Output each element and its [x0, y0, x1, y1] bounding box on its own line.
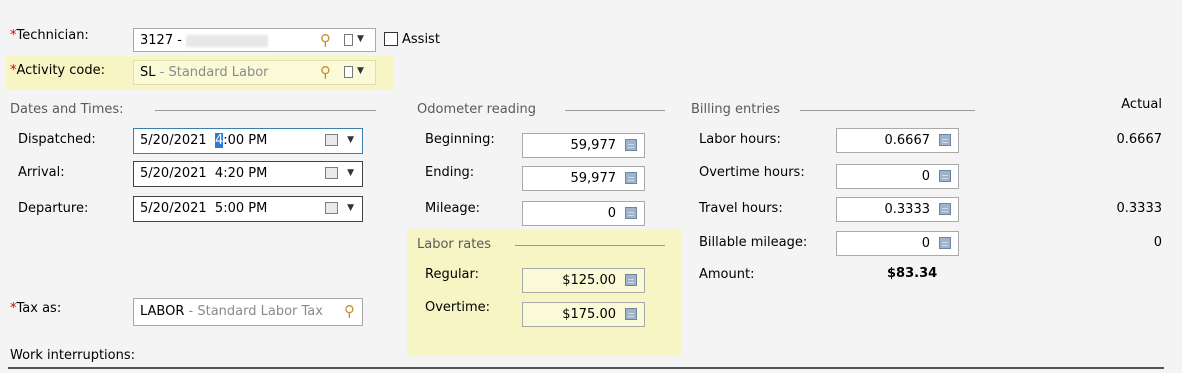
- billable-mileage-field[interactable]: 0: [836, 231, 959, 256]
- chevron-down-icon[interactable]: ▼: [357, 66, 364, 76]
- search-icon[interactable]: ⚲: [344, 302, 355, 320]
- dispatched-label: Dispatched:: [18, 132, 96, 147]
- arrival-field[interactable]: 5/20/2021 4:20 PM ▼: [133, 161, 363, 187]
- dispatched-field[interactable]: 5/20/2021 4:00 PM ▼: [133, 128, 363, 154]
- calculator-icon[interactable]: [625, 274, 637, 286]
- dates-section-line: [155, 110, 376, 111]
- calculator-icon[interactable]: [625, 207, 637, 219]
- actual-header: Actual: [1121, 97, 1162, 112]
- calculator-icon[interactable]: [939, 237, 951, 249]
- odometer-section-line: [565, 110, 665, 111]
- tax-as-field[interactable]: LABOR - Standard Labor Tax ⚲: [133, 298, 363, 326]
- calculator-icon[interactable]: [625, 308, 637, 320]
- calendar-icon[interactable]: [325, 134, 338, 146]
- labor-rates-section-title: Labor rates: [417, 237, 492, 252]
- chevron-down-icon[interactable]: ▼: [347, 203, 354, 213]
- work-interruptions-label: Work interruptions:: [10, 348, 136, 363]
- calculator-icon[interactable]: [939, 134, 951, 146]
- calculator-icon[interactable]: [939, 170, 951, 182]
- chevron-down-icon[interactable]: ▼: [347, 168, 354, 178]
- billing-section-line: [800, 110, 975, 111]
- amount-label: Amount:: [699, 267, 755, 282]
- assist-checkbox[interactable]: [384, 32, 398, 46]
- calculator-icon[interactable]: [625, 139, 637, 151]
- regular-rate-field[interactable]: $125.00: [522, 268, 645, 293]
- labor-hours-field[interactable]: 0.6667: [836, 128, 959, 153]
- redacted-name: [186, 34, 269, 47]
- activity-code-field[interactable]: SL - Standard Labor ⚲ ▼: [133, 60, 376, 85]
- travel-hours-actual: 0.3333: [1116, 201, 1163, 216]
- departure-field[interactable]: 5/20/2021 5:00 PM ▼: [133, 196, 363, 222]
- labor-rates-section-line: [515, 245, 665, 246]
- overtime-rate-label: Overtime:: [425, 300, 491, 315]
- odometer-mileage-field[interactable]: 0: [522, 201, 645, 226]
- work-interruptions-divider: [8, 367, 1164, 369]
- technician-field[interactable]: 3127 - ⚲ ▼: [133, 28, 376, 52]
- overtime-rate-field[interactable]: $175.00: [522, 302, 645, 327]
- document-icon[interactable]: [344, 34, 353, 46]
- tax-as-label: *Tax as:: [10, 301, 62, 316]
- document-icon[interactable]: [344, 66, 353, 78]
- calculator-icon[interactable]: [939, 203, 951, 215]
- search-icon[interactable]: ⚲: [320, 31, 331, 49]
- labor-hours-label: Labor hours:: [699, 132, 781, 147]
- labor-hours-actual: 0.6667: [1116, 132, 1163, 147]
- departure-label: Departure:: [18, 201, 89, 216]
- overtime-hours-field[interactable]: 0: [836, 164, 959, 189]
- mileage-label: Mileage:: [425, 201, 481, 216]
- chevron-down-icon[interactable]: ▼: [347, 135, 354, 145]
- regular-rate-label: Regular:: [425, 267, 480, 282]
- odometer-ending-field[interactable]: 59,977: [522, 166, 645, 191]
- search-icon[interactable]: ⚲: [320, 63, 331, 81]
- arrival-label: Arrival:: [18, 165, 65, 180]
- ending-label: Ending:: [425, 165, 475, 180]
- billable-mileage-label: Billable mileage:: [699, 235, 808, 250]
- calculator-icon[interactable]: [625, 172, 637, 184]
- amount-value: $83.34: [887, 266, 938, 281]
- billable-mileage-actual: 0: [1153, 235, 1162, 250]
- chevron-down-icon[interactable]: ▼: [357, 34, 364, 44]
- overtime-hours-label: Overtime hours:: [699, 165, 805, 180]
- travel-hours-label: Travel hours:: [699, 201, 783, 216]
- billing-section-title: Billing entries: [691, 102, 781, 117]
- calendar-icon[interactable]: [325, 202, 338, 214]
- travel-hours-field[interactable]: 0.3333: [836, 197, 959, 222]
- odometer-section-title: Odometer reading: [417, 102, 537, 117]
- dates-section-title: Dates and Times:: [10, 102, 124, 117]
- assist-label: Assist: [402, 32, 440, 47]
- technician-label: *Technician:: [10, 28, 89, 43]
- work-order-form: { "technician": { "label": "Technician:"…: [0, 0, 1182, 373]
- activity-code-label: *Activity code:: [10, 63, 105, 78]
- beginning-label: Beginning:: [425, 132, 495, 147]
- odometer-beginning-field[interactable]: 59,977: [522, 133, 645, 158]
- calendar-icon[interactable]: [325, 167, 338, 179]
